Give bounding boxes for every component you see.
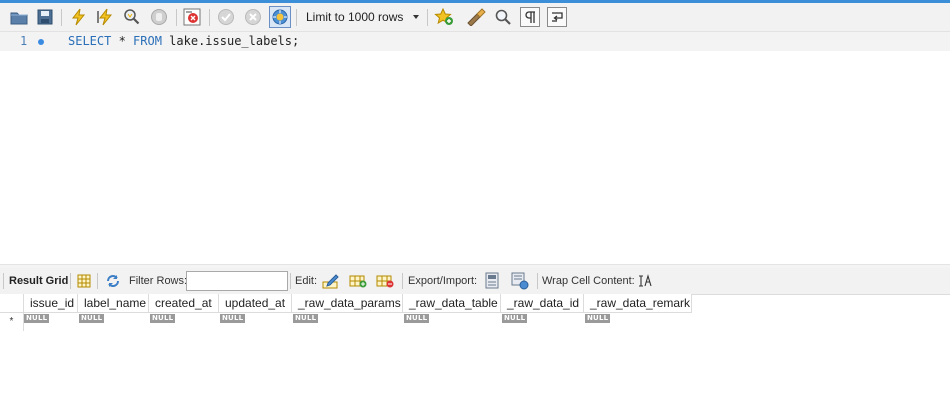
sql-statement[interactable]: SELECT * FROM lake.issue_labels;	[68, 34, 299, 48]
execute-icon[interactable]	[68, 7, 88, 27]
rollback-icon[interactable]	[243, 7, 263, 27]
column-header-label-name[interactable]: label_name	[78, 294, 149, 313]
sql-editor-toolbar: Limit to 1000 rows	[0, 3, 950, 32]
add-row-icon[interactable]	[348, 272, 368, 290]
autocommit-icon[interactable]	[269, 6, 291, 28]
limit-rows-value: Limit to 1000 rows	[306, 10, 404, 24]
null-badge[interactable]: NULL	[404, 314, 430, 323]
column-header-updated-at[interactable]: updated_at	[219, 294, 292, 313]
toggle-errors-icon[interactable]	[182, 7, 202, 27]
limit-rows-select[interactable]: Limit to 1000 rows	[301, 8, 423, 27]
line-number: 1	[20, 34, 28, 48]
export-icon[interactable]	[483, 272, 503, 290]
null-badge[interactable]: NULL	[502, 314, 528, 323]
row-header-corner	[0, 294, 24, 313]
execute-current-icon[interactable]	[95, 7, 115, 27]
statement-marker-icon	[38, 39, 44, 45]
import-icon[interactable]	[510, 272, 530, 290]
column-header-raw-data-remark[interactable]: _raw_data_remark	[584, 294, 692, 313]
null-badge[interactable]: NULL	[220, 314, 246, 323]
grid-layout-icon[interactable]	[74, 272, 94, 290]
beautify-icon[interactable]	[466, 7, 486, 27]
refresh-icon[interactable]	[103, 272, 123, 290]
null-badge[interactable]: NULL	[150, 314, 176, 323]
wrap-icon[interactable]	[547, 7, 567, 27]
column-header-raw-data-table[interactable]: _raw_data_table	[403, 294, 501, 313]
column-header-raw-data-params[interactable]: _raw_data_params	[292, 294, 403, 313]
null-badge[interactable]: NULL	[293, 314, 319, 323]
new-row-marker[interactable]: *	[0, 313, 24, 331]
edit-label: Edit:	[295, 275, 318, 287]
chevron-down-icon	[413, 15, 419, 19]
wrap-cell-content-label: Wrap Cell Content:	[542, 275, 635, 287]
keyword-from: FROM	[133, 34, 162, 48]
column-header-created-at[interactable]: created_at	[149, 294, 219, 313]
column-header-issue-id[interactable]: issue_id	[24, 294, 78, 313]
export-import-label: Export/Import:	[408, 275, 478, 287]
explain-icon[interactable]	[121, 7, 141, 27]
commit-icon[interactable]	[216, 7, 236, 27]
save-icon[interactable]	[35, 7, 55, 27]
add-snippet-icon[interactable]	[434, 7, 454, 27]
code-text: lake.issue_labels;	[161, 34, 300, 48]
column-header-raw-data-id[interactable]: _raw_data_id	[501, 294, 584, 313]
null-badge[interactable]: NULL	[24, 314, 50, 323]
result-toolbar: Result Grid Filter Rows: Edit: Export/Im…	[0, 268, 950, 295]
delete-row-icon[interactable]	[375, 272, 395, 290]
code-text: *	[111, 34, 134, 48]
sql-editor[interactable]: 1 SELECT * FROM lake.issue_labels;	[0, 32, 950, 264]
find-icon[interactable]	[493, 7, 513, 27]
filter-rows-label: Filter Rows:	[129, 275, 188, 287]
wrap-cell-toggle-icon[interactable]	[635, 272, 655, 290]
null-badge[interactable]: NULL	[79, 314, 105, 323]
open-folder-icon[interactable]	[9, 7, 29, 27]
invisible-chars-icon[interactable]	[520, 7, 540, 27]
stop-icon[interactable]	[149, 7, 169, 27]
filter-rows-input[interactable]	[186, 271, 288, 291]
edit-row-icon[interactable]	[321, 272, 341, 290]
keyword-select: SELECT	[68, 34, 112, 48]
null-badge[interactable]: NULL	[585, 314, 611, 323]
result-grid-tab[interactable]: Result Grid	[9, 275, 68, 287]
